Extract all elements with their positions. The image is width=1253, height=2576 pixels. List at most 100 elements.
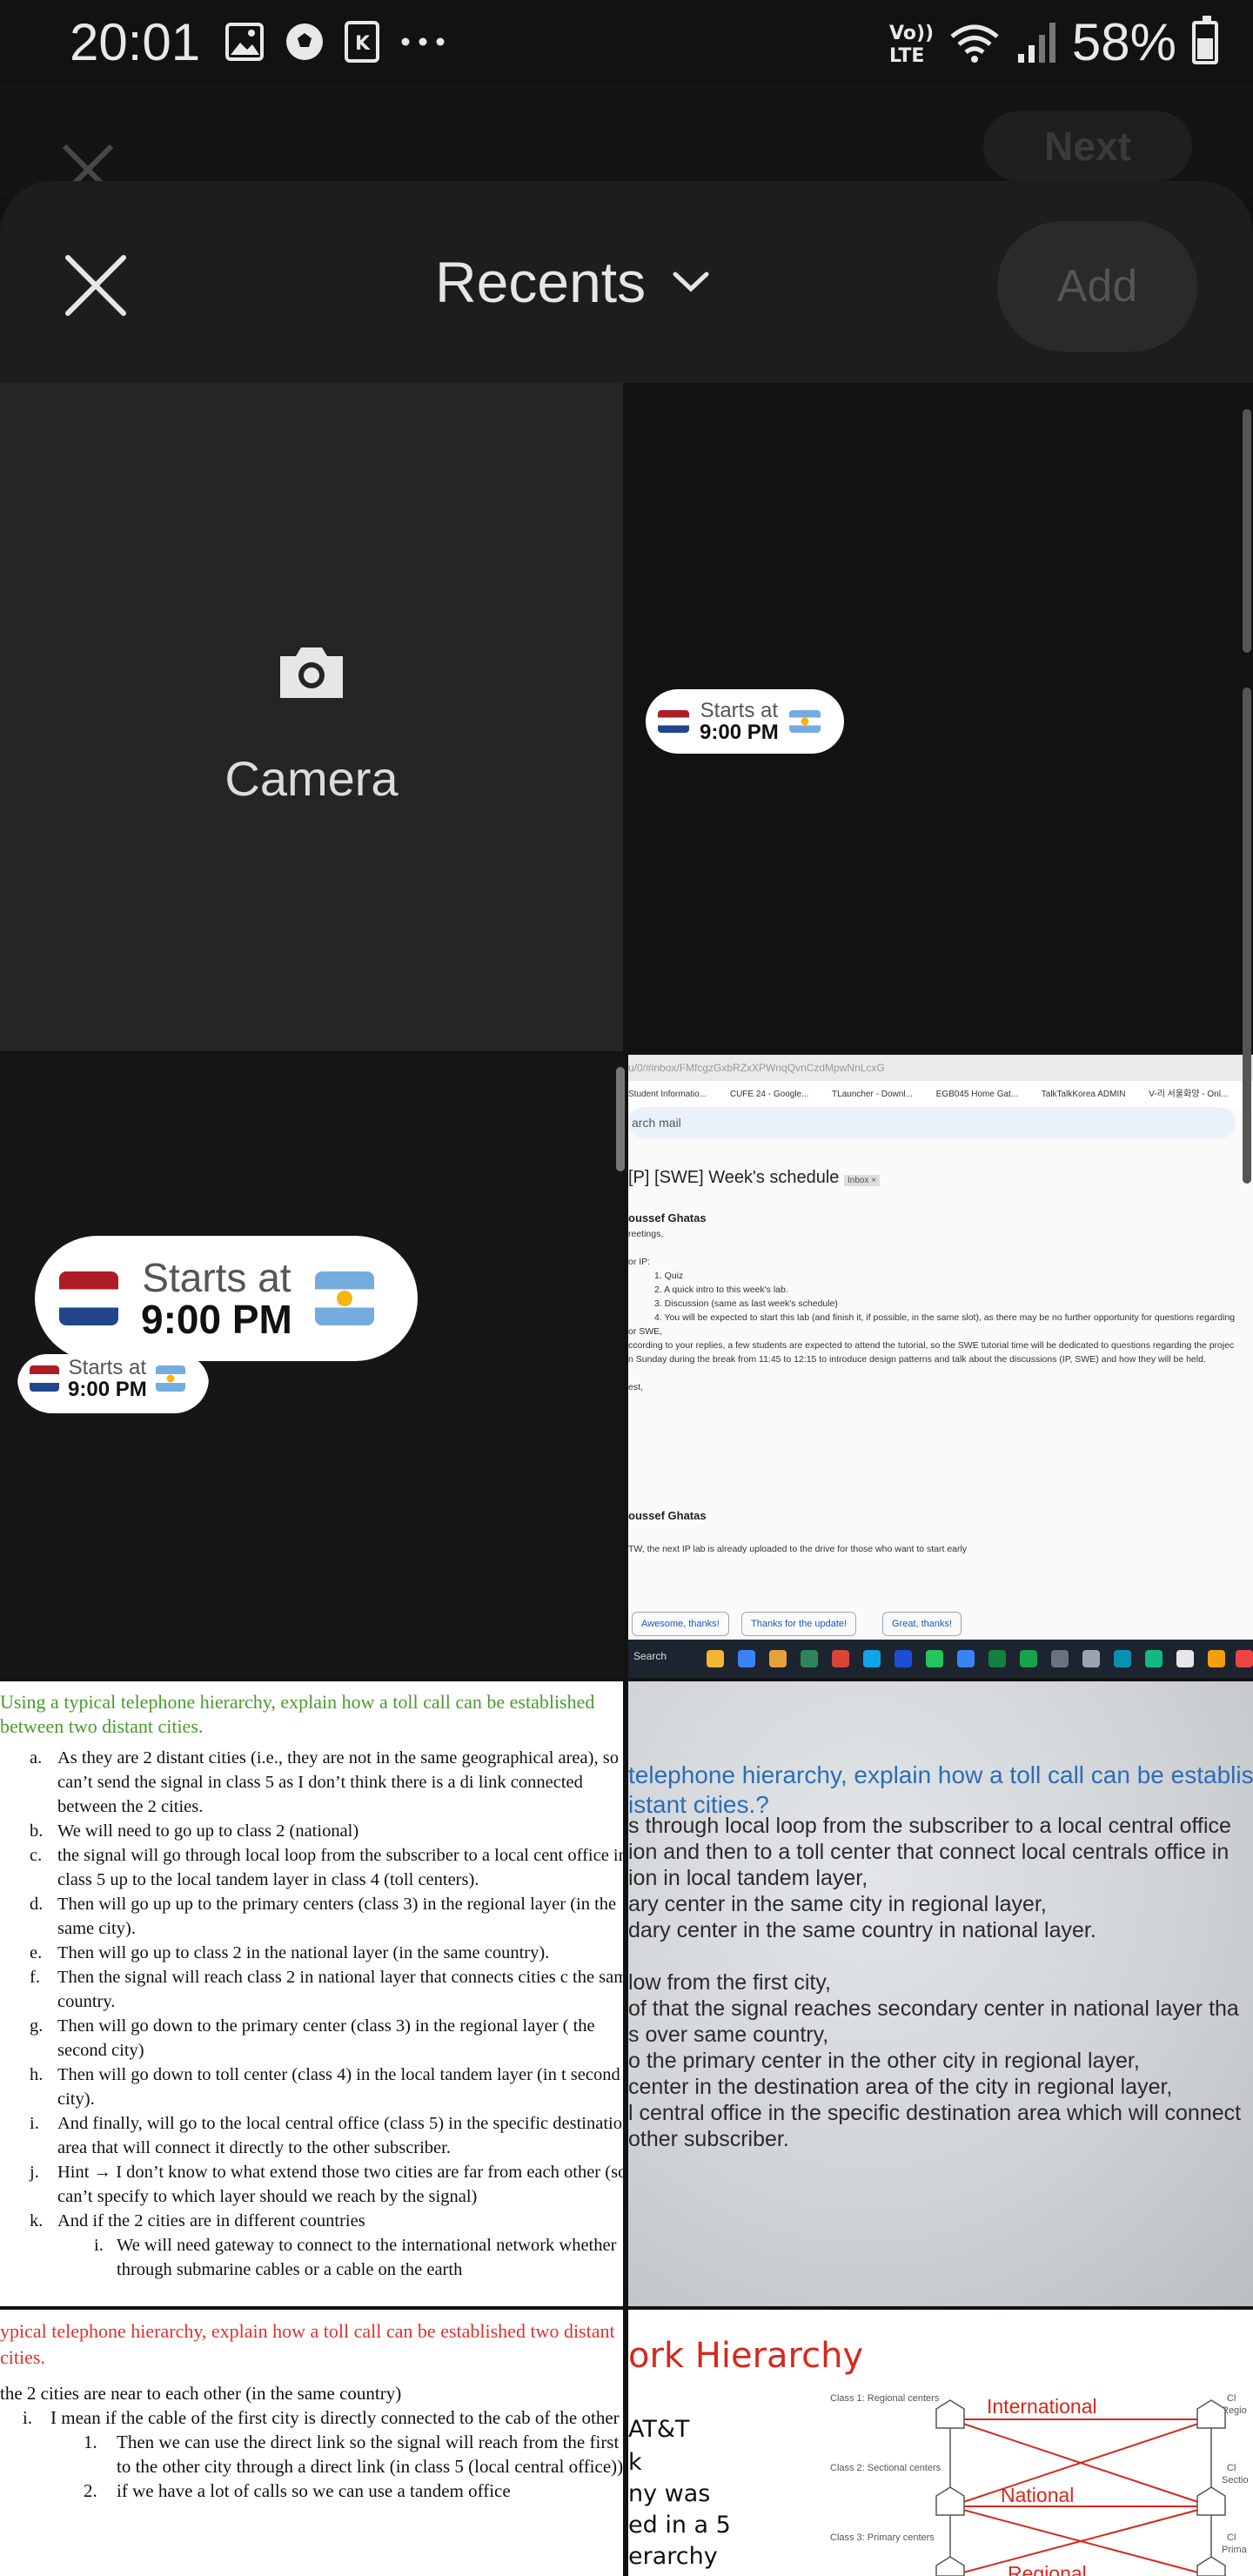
thumbnail-document-answer-2[interactable]: ypical telephone hierarchy, explain how … [0, 2310, 623, 2576]
smart-reply-chip: Awesome, thanks! [632, 1612, 729, 1636]
badge-line1: Starts at [700, 698, 779, 722]
badge-line2: 9:00 PM [141, 1297, 292, 1342]
doc-item: e. Then will go up to class 2 in the nati… [0, 1941, 623, 1965]
taskbar-search: Search [633, 1650, 667, 1662]
screen-text-line: of that the signal reaches secondary cen… [628, 1996, 1239, 2021]
hierarchy-band: International [987, 2395, 1097, 2418]
scrollbar-track[interactable] [1243, 688, 1251, 1184]
doc-item: i. And finally, will go to the local cent… [0, 2111, 623, 2160]
slide-text: ed in a 5 [628, 2512, 731, 2539]
thumbnail-slide-hierarchy[interactable]: ork Hierarchy AT&T k ny was ed in a 5 er… [628, 2310, 1253, 2576]
doc-marker: b. [30, 1821, 44, 1841]
netherlands-flag-icon [658, 710, 689, 733]
mail-body-line: 3. Discussion (same as last week's sched… [654, 1298, 838, 1309]
mail-body-line: 2. A quick intro to this week's lab. [654, 1285, 788, 1295]
doc-marker: f. [30, 1968, 40, 1987]
mail-body-line [628, 1366, 1246, 1380]
album-dropdown[interactable]: Recents [435, 249, 710, 315]
doc-marker: k. [30, 2211, 44, 2231]
screen-text-line: l central office in the specific destina… [628, 2101, 1242, 2125]
hierarchy-diagram [935, 2399, 1226, 2576]
doc-item-text: Then will go down to the primary center … [57, 2016, 595, 2060]
add-button[interactable]: Add [997, 221, 1197, 352]
document-heading: Using a typical telephone hierarchy, exp… [0, 1691, 595, 1737]
doc-marker: i. [30, 2114, 39, 2133]
browser-url: u/0/#inbox/FMfcgzGxbRZxXPWnqQvnCzdMpwNnL… [628, 1062, 885, 1074]
doc-marker: g. [30, 2016, 44, 2036]
doc-item-text: if we have a lot of calls so we can use … [117, 2480, 511, 2501]
close-icon[interactable] [61, 251, 131, 320]
thumbnail-screen-photo[interactable]: telephone hierarchy, explain how a toll … [628, 1681, 1253, 2306]
mail-subject-text: [P] [SWE] Week's schedule [628, 1168, 840, 1187]
mail-body-line: 1. Quiz [654, 1271, 684, 1281]
doc-marker: d. [30, 1895, 44, 1914]
slide-text: erarchy [628, 2543, 718, 2570]
slide-text: k [628, 2449, 642, 2476]
screen-text-line: s over same country, [628, 2023, 829, 2047]
starts-at-badge: Starts at 9:00 PM [646, 689, 844, 754]
slide-text: AT&T [628, 2416, 690, 2443]
thumbnail-document-answer[interactable]: Using a typical telephone hierarchy, exp… [0, 1681, 623, 2306]
doc-item: a. As they are 2 distant cities (i.e., th… [0, 1746, 623, 1819]
doc-marker: 2. [84, 2480, 97, 2501]
doc-item-text: I mean if the cable of the first city is… [50, 2407, 623, 2428]
bookmark: Student Informatio... [628, 1090, 707, 1099]
mail-search: arch mail [628, 1107, 1236, 1138]
mail-body-line: n Sunday during the break from 11:45 to … [628, 1354, 1206, 1365]
thumbnail-badge-small[interactable]: Starts at 9:00 PM [628, 383, 1253, 1051]
mail-subject: [P] [SWE] Week's schedule Inbox × [628, 1168, 881, 1188]
doc-item: k. And if the 2 cities are in different c… [0, 2209, 623, 2233]
slide-title: ork Hierarchy [628, 2336, 864, 2376]
svg-text:Vo)): Vo)) [889, 23, 933, 44]
doc-item-text: Then will go up up to the primary center… [57, 1895, 617, 1938]
thumbnail-email-screenshot[interactable]: u/0/#inbox/FMfcgzGxbRZxXPWnqQvnCzdMpwNnL… [628, 1055, 1253, 1678]
doc-item-text: Then will go down to toll center (class … [57, 2065, 620, 2109]
smart-reply-chip: Great, thanks! [882, 1612, 962, 1636]
album-title: Recents [435, 250, 647, 314]
svg-text:K: K [355, 33, 371, 55]
doc-subitem: i. We will need gateway to connect to the… [0, 2233, 623, 2282]
more-icon [401, 37, 445, 46]
inbox-tag: Inbox × [844, 1175, 881, 1186]
doc-item: f. Then the signal will reach class 2 in … [0, 1965, 623, 2014]
scrollbar-handle[interactable] [616, 1067, 625, 1171]
soccer-icon [286, 23, 323, 60]
mail-body-line: or IP: [628, 1257, 651, 1267]
k-app-icon: K [345, 21, 379, 63]
argentina-flag-icon [314, 1271, 374, 1325]
camera-tile[interactable]: Camera [0, 383, 623, 1051]
mail-sender: oussef Ghatas [628, 1211, 707, 1224]
doc-item-text: Then the signal will reach class 2 in na… [57, 1968, 623, 2011]
doc-item: 1. Then we can use the direct link so the… [0, 2430, 623, 2479]
screen-text-line: ion and then to a toll center that conne… [628, 1840, 1230, 1864]
badge-line2: 9:00 PM [700, 721, 779, 744]
mail-body-line: est, [628, 1382, 643, 1392]
wifi-icon [950, 24, 999, 63]
netherlands-flag-icon [30, 1365, 59, 1392]
doc-item: i. I mean if the cable of the first city … [0, 2405, 623, 2430]
hierarchy-band: National [1001, 2484, 1075, 2506]
status-bar: 20:01 K Vo)) LTE 58% [0, 0, 1253, 84]
background-next-button: Next [983, 111, 1192, 181]
signal-icon [1017, 22, 1055, 63]
bookmark: EGB045 Home Gat... [935, 1090, 1019, 1099]
doc-item: j. Hint → I don’t know to what extend tho… [0, 2160, 623, 2209]
notification-icons: K [224, 21, 447, 63]
screen-text-line: o the primary center in the other city i… [628, 2049, 1140, 2073]
hierarchy-band: Regional [1008, 2562, 1087, 2576]
thumbnail-badge-large[interactable]: Starts at 9:00 PM Starts at 9:00 PM [0, 1055, 623, 1678]
screen-text-line: ion in local tandem layer, [628, 1866, 868, 1890]
badge-line1: Starts at [142, 1254, 291, 1300]
chevron-down-icon [673, 272, 709, 292]
mail-body-line: ccording to your replies, a few students… [628, 1340, 1235, 1351]
mail-body-line: reetings, [628, 1229, 664, 1239]
scrollbar-handle[interactable] [1243, 409, 1251, 653]
clock: 20:01 [70, 13, 201, 71]
battery-percent: 58% [1071, 13, 1176, 71]
camera-icon [280, 647, 343, 698]
netherlands-flag-icon [59, 1271, 118, 1325]
doc-item: d. Then will go up up to the primary cent… [0, 1892, 623, 1941]
bookmark: CUFE 24 - Google... [729, 1090, 809, 1099]
doc-item-text: We will need to go up to class 2 (nation… [57, 1821, 359, 1841]
screen-text-line: dary center in the same country in natio… [628, 1918, 1096, 1942]
